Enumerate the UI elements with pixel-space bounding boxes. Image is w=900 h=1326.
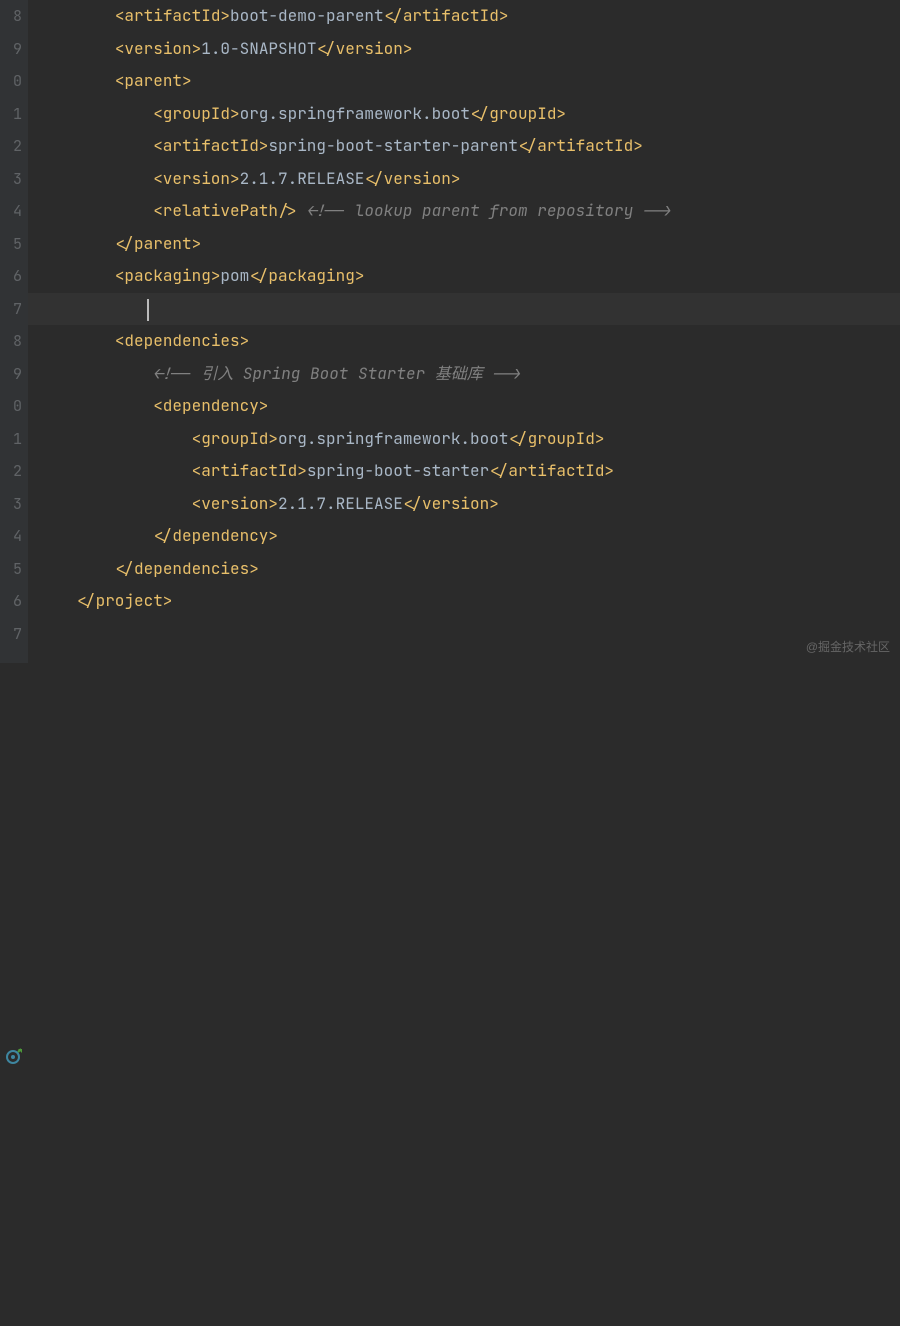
line-number: 0 <box>0 390 28 423</box>
line-number: 2 <box>0 455 28 488</box>
code-line: <parent> <box>28 65 900 98</box>
code-line <box>28 618 900 651</box>
line-number: 4 <box>0 520 28 553</box>
line-number: 2 <box>0 130 28 163</box>
watermark-label: @掘金技术社区 <box>806 638 890 655</box>
code-line: <packaging>pom</packaging> <box>28 260 900 293</box>
code-line: <version>2.1.7.RELEASE</version> <box>28 488 900 521</box>
line-number: 4 <box>0 195 28 228</box>
gutter-icon-column <box>0 650 28 1268</box>
line-number: 1 <box>0 98 28 131</box>
code-line-current <box>28 293 900 326</box>
line-number: 3 <box>0 488 28 521</box>
code-line: </dependency> <box>28 520 900 553</box>
line-number: 9 <box>0 358 28 391</box>
line-number: 1 <box>0 423 28 456</box>
code-line: </parent> <box>28 228 900 261</box>
code-line: <artifactId>spring-boot-starter</artifac… <box>28 455 900 488</box>
line-number: 7 <box>0 618 28 651</box>
code-line: <dependency> <box>28 390 900 423</box>
code-line: <artifactId>boot-demo-parent</artifactId… <box>28 0 900 33</box>
line-number: 0 <box>0 65 28 98</box>
code-line: <version>2.1.7.RELEASE</version> <box>28 163 900 196</box>
text-caret <box>147 299 149 321</box>
code-line: </project> <box>28 585 900 618</box>
code-line: <groupId>org.springframework.boot</group… <box>28 423 900 456</box>
code-line: <dependencies> <box>28 325 900 358</box>
line-number-column: 8 9 0 1 2 3 4 5 6 7 8 9 0 1 2 3 4 5 6 7 <box>0 0 28 650</box>
code-line: <version>1.0-SNAPSHOT</version> <box>28 33 900 66</box>
line-number: 3 <box>0 163 28 196</box>
line-number: 7 <box>0 293 28 326</box>
line-number: 6 <box>0 585 28 618</box>
line-number: 8 <box>0 325 28 358</box>
code-line: <groupId>org.springframework.boot</group… <box>28 98 900 131</box>
code-content[interactable]: <artifactId>boot-demo-parent</artifactId… <box>28 0 900 663</box>
code-line: <relativePath/> <!-- lookup parent from … <box>28 195 900 228</box>
line-number: 5 <box>0 228 28 261</box>
line-number: 5 <box>0 553 28 586</box>
line-number: 8 <box>0 0 28 33</box>
code-line: </dependencies> <box>28 553 900 586</box>
fold-column <box>0 1268 24 1326</box>
editor-gutter: 8 9 0 1 2 3 4 5 6 7 8 9 0 1 2 3 4 5 6 7 <box>0 0 28 663</box>
code-line: <!-- 引入 Spring Boot Starter 基础库 --> <box>28 358 900 391</box>
code-line: <artifactId>spring-boot-starter-parent</… <box>28 130 900 163</box>
line-number: 6 <box>0 260 28 293</box>
dependency-update-icon[interactable] <box>4 1046 24 1066</box>
code-editor[interactable]: 8 9 0 1 2 3 4 5 6 7 8 9 0 1 2 3 4 5 6 7 <box>0 0 900 663</box>
line-number: 9 <box>0 33 28 66</box>
